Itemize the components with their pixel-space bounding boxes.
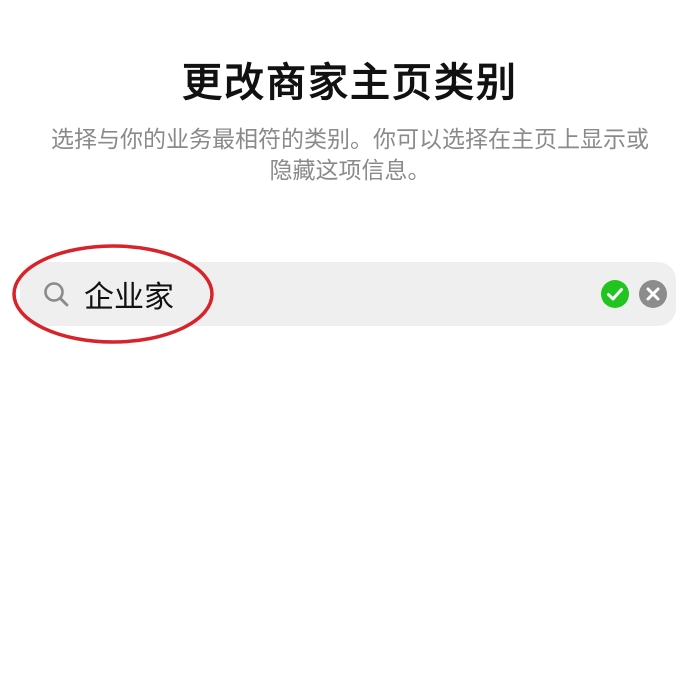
page-title: 更改商家主页类别 (182, 60, 518, 106)
clear-icon[interactable] (638, 279, 668, 309)
search-input[interactable] (84, 272, 584, 316)
search-icon (44, 282, 69, 307)
check-circle-icon (601, 280, 629, 308)
search-bar[interactable] (20, 262, 676, 326)
page-description: 选择与你的业务最相符的类别。你可以选择在主页上显示或隐藏这项信息。 (51, 127, 649, 184)
